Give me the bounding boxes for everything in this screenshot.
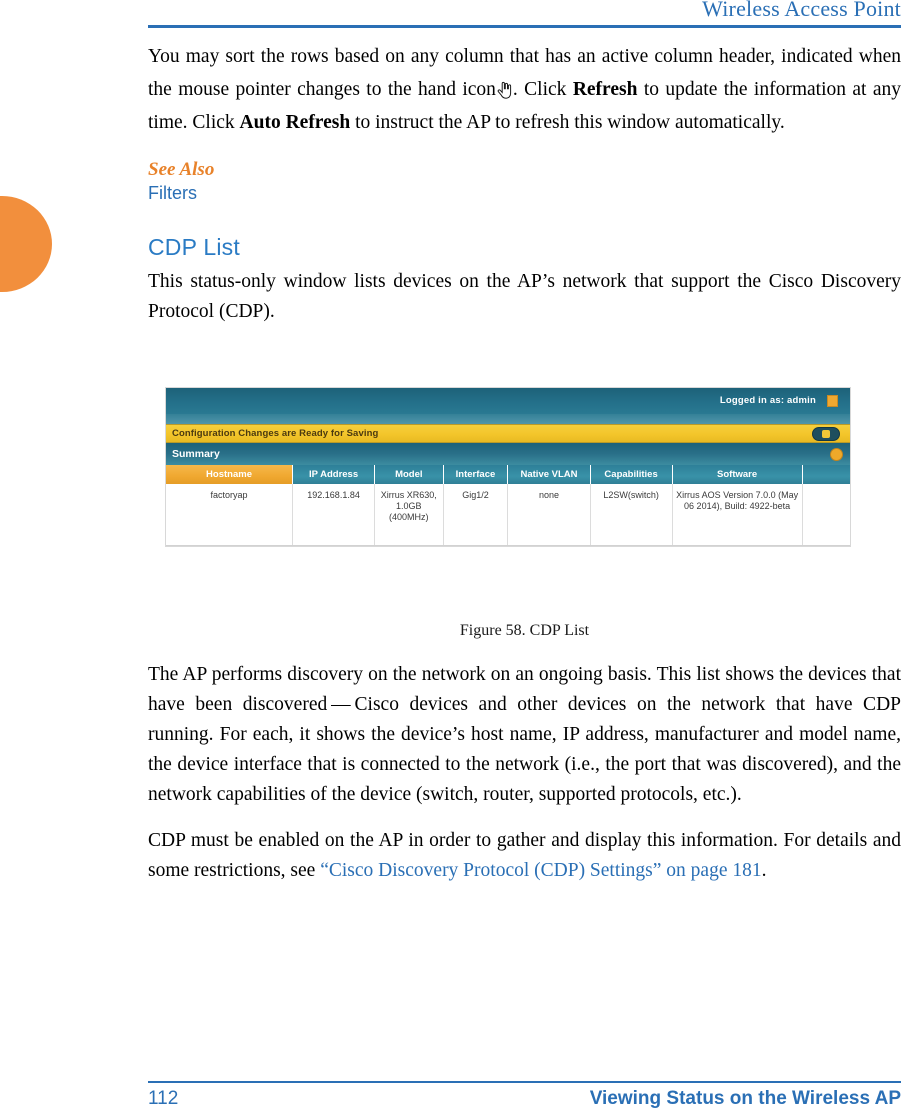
cell-hostname: factoryap bbox=[166, 484, 294, 546]
see-also-label: See Also bbox=[148, 159, 215, 180]
thumb-tab-marker bbox=[0, 196, 52, 292]
content-lower: The AP performs discovery on the network… bbox=[148, 660, 901, 902]
auto-refresh-bold-label: Auto Refresh bbox=[239, 112, 351, 133]
hand-pointer-icon bbox=[497, 77, 512, 99]
cell-spacer bbox=[802, 484, 850, 546]
column-header-spacer bbox=[802, 465, 850, 484]
summary-section-bar[interactable]: Summary bbox=[166, 443, 850, 465]
column-header-interface[interactable]: Interface bbox=[443, 465, 509, 484]
top-bar-sheen bbox=[166, 414, 850, 424]
see-also-link-filters[interactable]: Filters bbox=[148, 183, 901, 204]
collapse-circle-icon[interactable] bbox=[830, 448, 843, 461]
footer-rule bbox=[148, 1081, 901, 1083]
cell-capabilities: L2SW(switch) bbox=[590, 484, 673, 546]
cell-model: Xirrus XR630, 1.0GB (400MHz) bbox=[374, 484, 444, 546]
app-screenshot: Logged in as: admin Configuration Change… bbox=[166, 388, 850, 546]
column-header-model[interactable]: Model bbox=[374, 465, 444, 484]
page-number: 112 bbox=[148, 1088, 179, 1109]
paragraph-cdp-intro: This status-only window lists devices on… bbox=[148, 271, 901, 322]
column-header-software[interactable]: Software bbox=[672, 465, 803, 484]
lock-icon[interactable] bbox=[827, 395, 838, 407]
app-top-bar: Logged in as: admin bbox=[166, 388, 850, 424]
column-header-capabilities[interactable]: Capabilities bbox=[590, 465, 673, 484]
footer-section-title: Viewing Status on the Wireless AP bbox=[589, 1088, 901, 1109]
table-row: factoryap 192.168.1.84 Xirrus XR630, 1.0… bbox=[166, 484, 850, 546]
paragraph-sorting-text-2: . Click bbox=[512, 79, 573, 100]
summary-section-title: Summary bbox=[172, 448, 220, 460]
login-status-label: Logged in as: admin bbox=[719, 395, 816, 406]
paragraph-discovery: The AP performs discovery on the network… bbox=[148, 664, 901, 805]
paragraph-sorting-text-4: to instruct the AP to refresh this windo… bbox=[350, 112, 785, 133]
paragraph-cdp-enable-text-2: . bbox=[761, 860, 767, 881]
cross-reference-link-cdp-settings[interactable]: “Cisco Discovery Protocol (CDP) Settings… bbox=[320, 860, 761, 881]
cell-software: Xirrus AOS Version 7.0.0 (May 06 2014), … bbox=[672, 484, 803, 546]
column-header-ip-address[interactable]: IP Address bbox=[292, 465, 376, 484]
header-rule bbox=[148, 25, 901, 28]
cell-native-vlan: none bbox=[507, 484, 591, 546]
page-header: Wireless Access Point bbox=[148, 0, 901, 28]
config-changes-banner: Configuration Changes are Ready for Savi… bbox=[166, 424, 850, 443]
column-header-native-vlan[interactable]: Native VLAN bbox=[507, 465, 591, 484]
figure-caption: Figure 58. CDP List bbox=[459, 622, 590, 639]
save-toggle-button[interactable] bbox=[812, 427, 840, 441]
content-upper: You may sort the rows based on any colum… bbox=[148, 40, 901, 343]
banner-message: Configuration Changes are Ready for Savi… bbox=[172, 428, 379, 439]
cdp-table: Hostname IP Address Model Interface Nati… bbox=[166, 465, 850, 546]
cell-ip-address: 192.168.1.84 bbox=[292, 484, 376, 546]
cell-interface: Gig1/2 bbox=[443, 484, 509, 546]
paragraph-cdp-enable: CDP must be enabled on the AP in order t… bbox=[148, 826, 901, 886]
refresh-bold-label: Refresh bbox=[572, 79, 638, 100]
figure-cdp-list: Logged in as: admin Configuration Change… bbox=[166, 388, 850, 546]
column-header-hostname[interactable]: Hostname bbox=[166, 465, 294, 484]
header-title: Wireless Access Point bbox=[702, 0, 901, 21]
page-footer: 112 Viewing Status on the Wireless AP bbox=[148, 1088, 901, 1114]
cdp-table-header-row: Hostname IP Address Model Interface Nati… bbox=[166, 465, 850, 484]
section-heading-cdp-list: CDP List bbox=[148, 234, 240, 260]
paragraph-sorting: You may sort the rows based on any colum… bbox=[148, 40, 901, 139]
